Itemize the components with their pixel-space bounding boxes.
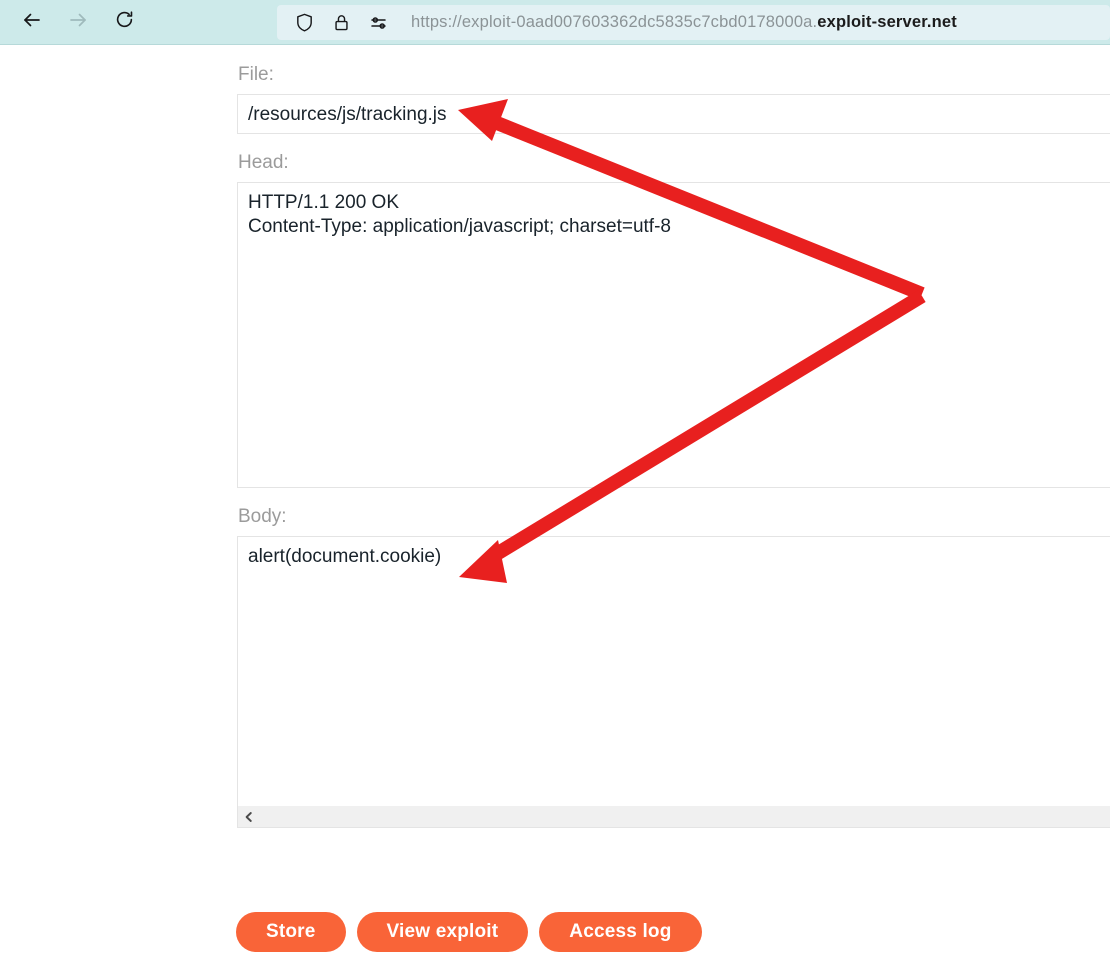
reload-icon xyxy=(114,9,135,35)
body-textarea[interactable]: alert(document.cookie) xyxy=(237,536,1110,806)
form-button-row: Store View exploit Access log xyxy=(236,912,702,952)
body-horizontal-scrollbar[interactable] xyxy=(237,806,1110,828)
head-textarea[interactable]: HTTP/1.1 200 OK Content-Type: applicatio… xyxy=(237,182,1110,488)
address-bar[interactable]: https://exploit-0aad007603362dc5835c7cbd… xyxy=(277,5,1110,40)
file-label: File: xyxy=(238,64,274,85)
shield-icon[interactable] xyxy=(294,12,315,33)
exploit-server-page: File: /resources/js/tracking.js Head: HT… xyxy=(0,46,1110,965)
permissions-sliders-icon[interactable] xyxy=(368,12,390,34)
address-url-text: https://exploit-0aad007603362dc5835c7cbd… xyxy=(411,13,957,32)
access-log-button[interactable]: Access log xyxy=(539,912,702,952)
url-domain: exploit-server.net xyxy=(817,13,957,31)
arrow-left-icon xyxy=(21,9,43,36)
view-exploit-button[interactable]: View exploit xyxy=(356,912,529,952)
url-prefix: https://exploit-0aad007603362dc5835c7cbd… xyxy=(411,13,818,31)
store-button[interactable]: Store xyxy=(236,912,346,952)
body-label: Body: xyxy=(238,506,287,527)
chevron-left-icon[interactable] xyxy=(238,806,260,828)
arrow-right-icon xyxy=(67,9,89,36)
browser-forward-button[interactable] xyxy=(60,4,96,40)
browser-reload-button[interactable] xyxy=(106,4,142,40)
lock-icon[interactable] xyxy=(331,12,352,33)
head-label: Head: xyxy=(238,152,289,173)
file-input[interactable]: /resources/js/tracking.js xyxy=(237,94,1110,134)
browser-back-button[interactable] xyxy=(14,4,50,40)
browser-toolbar: https://exploit-0aad007603362dc5835c7cbd… xyxy=(0,0,1110,45)
exploit-form: File: /resources/js/tracking.js Head: HT… xyxy=(237,46,1110,828)
